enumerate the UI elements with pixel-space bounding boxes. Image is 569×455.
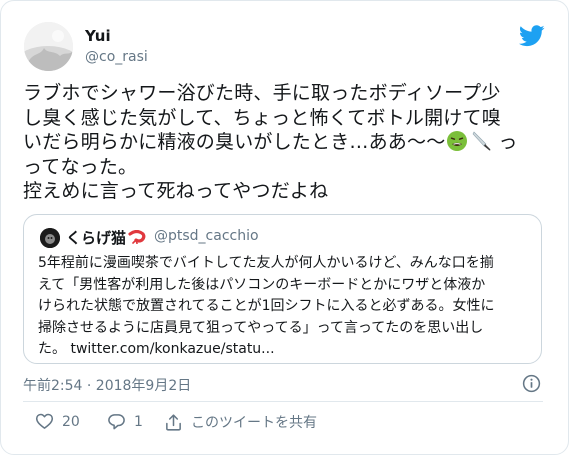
tweet-line: ラブホでシャワー浴びた時、手に取ったボディソープ少 bbox=[23, 82, 501, 104]
quoted-author-handle[interactable]: @ptsd_cacchio bbox=[154, 228, 259, 244]
nauseated-face-emoji bbox=[447, 131, 468, 151]
author-display-name[interactable]: Yui bbox=[85, 27, 111, 45]
share-label: このツイートを共有 bbox=[191, 415, 317, 431]
author-avatar[interactable] bbox=[24, 22, 73, 71]
quoted-tweet[interactable]: くらげ猫 @ptsd_cacchio 5年程前に漫画喫茶でバイトしてた友人が何人… bbox=[23, 214, 542, 364]
heart-icon bbox=[35, 413, 54, 429]
divider bbox=[23, 401, 543, 402]
quoted-line: えて「男性客が利用した後はパソコンのキーボードとかにワザと体液か bbox=[38, 276, 486, 293]
info-icon[interactable] bbox=[522, 374, 541, 393]
shrimp-emoji bbox=[128, 230, 146, 244]
tweet-line: ってなった。 bbox=[23, 155, 138, 178]
quoted-line: けられた状態で放置されてることが1回シフトに入ると必ずある。女性に bbox=[38, 298, 495, 314]
tweet-line: いだら明らかに精液の臭いがしたとき…ああ〜〜 っ bbox=[23, 130, 551, 155]
quoted-author-name[interactable]: くらげ猫 bbox=[66, 227, 146, 248]
reply-icon bbox=[108, 414, 125, 430]
tweet-timestamp[interactable]: 午前2:54 · 2018年9月2日 bbox=[23, 375, 191, 395]
like-count: 20 bbox=[62, 413, 80, 430]
like-button[interactable]: 20 bbox=[35, 412, 80, 431]
quoted-line: 5年程前に漫画喫茶でバイトしてた友人が何人かいるけど、みんな口を揃 bbox=[38, 255, 494, 271]
share-icon bbox=[166, 413, 181, 431]
reply-button[interactable]: 1 bbox=[107, 412, 143, 431]
tweet-line: し臭く感じた気がして、ちょっと怖くてボトル開けて嗅 bbox=[23, 106, 501, 129]
quoted-line: 掃除させるように店員見て狙ってやってる」って言ってたのを思い出し bbox=[38, 319, 484, 336]
tweet-text: ラブホでシャワー浴びた時、手に取ったボディソープ少 し臭く感じた気がして、ちょっ… bbox=[23, 81, 551, 204]
tweet-line: 控えめに言って死ねってやつだよね bbox=[23, 180, 329, 202]
knife-emoji bbox=[473, 131, 491, 151]
quoted-author-avatar[interactable] bbox=[40, 228, 60, 248]
quoted-line-prefix: た。 bbox=[38, 341, 71, 357]
author-handle[interactable]: @co_rasi bbox=[85, 49, 148, 65]
embedded-tweet-card: Yui @co_rasi ラブホでシャワー浴びた時、手に取ったボディソープ少 し… bbox=[0, 0, 569, 455]
twitter-bird-icon[interactable] bbox=[519, 25, 545, 47]
quoted-tweet-text: 5年程前に漫画喫茶でバイトしてた友人が何人かいるけど、みんな口を揃 えて「男性客… bbox=[38, 253, 536, 361]
quoted-line: た。 twitter.com/konkazue/statu... bbox=[38, 339, 536, 361]
quoted-link[interactable]: twitter.com/konkazue/statu... bbox=[70, 341, 274, 357]
quoted-author-name-text: くらげ猫 bbox=[66, 229, 127, 247]
tweet-line-tail: っ bbox=[498, 131, 518, 153]
reply-count: 1 bbox=[134, 413, 143, 430]
tweet-line-text: いだら明らかに精液の臭いがしたとき…ああ〜〜 bbox=[23, 131, 446, 153]
share-button[interactable]: このツイートを共有 bbox=[164, 412, 317, 432]
